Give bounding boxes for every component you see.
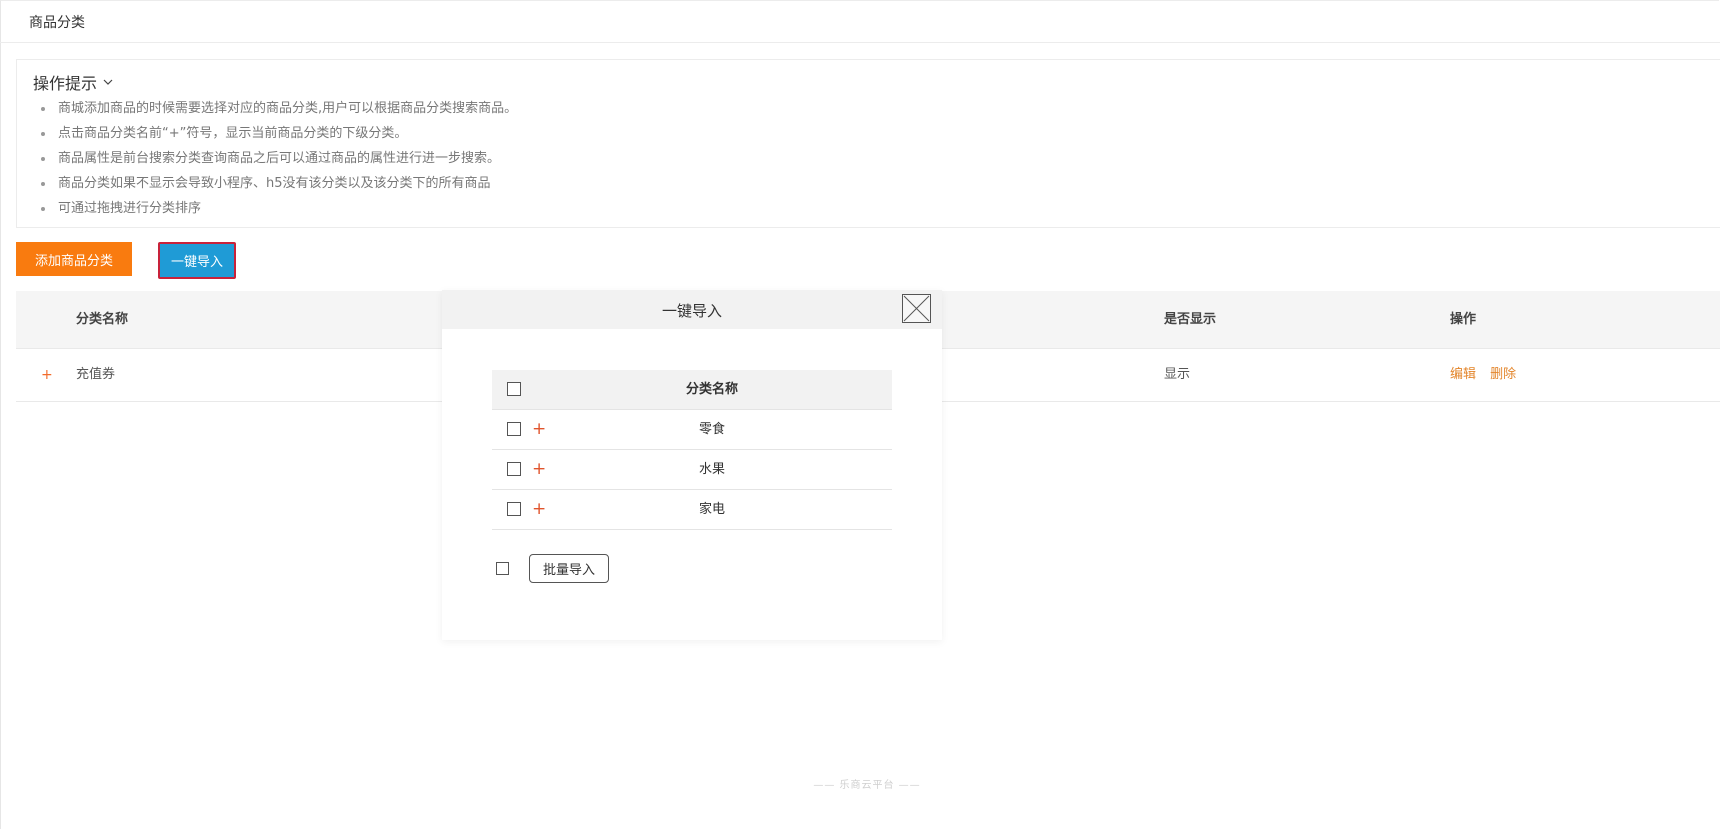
batch-import-bar: 批量导入 <box>496 554 609 583</box>
tips-list: 商城添加商品的时候需要选择对应的商品分类,用户可以根据商品分类搜索商品。 点击商… <box>41 96 517 221</box>
tips-title: 操作提示 <box>33 74 98 93</box>
row-actions: 编辑 删除 <box>1450 349 1526 401</box>
modal-header: 一键导入 <box>442 290 942 329</box>
import-category-name: 家电 <box>698 502 725 517</box>
batch-select-checkbox[interactable] <box>496 562 509 575</box>
category-name: 充值券 <box>76 367 116 382</box>
batch-import-button[interactable]: 批量导入 <box>529 554 609 583</box>
page-title: 商品分类 <box>29 15 85 31</box>
expand-plus-icon[interactable]: + <box>532 499 546 519</box>
table-row: + 家电 <box>492 490 892 530</box>
tip-item: 可通过拖拽进行分类排序 <box>41 196 517 221</box>
row-checkbox[interactable] <box>507 462 521 476</box>
import-column-header-name: 分类名称 <box>685 382 738 397</box>
import-category-table: 分类名称 + 零食 + 水果 + 家电 <box>492 370 892 530</box>
one-click-import-button[interactable]: 一键导入 <box>158 242 236 279</box>
modal-title: 一键导入 <box>661 302 722 320</box>
expand-plus-icon[interactable]: + <box>532 459 546 479</box>
delete-link[interactable]: 删除 <box>1490 367 1516 382</box>
expand-plus-icon[interactable]: + <box>41 349 53 401</box>
column-header-show: 是否显示 <box>1164 312 1217 327</box>
tip-item: 商品分类如果不显示会导致小程序、h5没有该分类以及该分类下的所有商品 <box>41 171 517 196</box>
edit-link[interactable]: 编辑 <box>1450 367 1476 382</box>
select-all-checkbox[interactable] <box>507 382 521 396</box>
modal-close-button[interactable] <box>902 294 931 323</box>
tips-panel: 操作提示 商城添加商品的时候需要选择对应的商品分类,用户可以根据商品分类搜索商品… <box>16 59 1720 228</box>
tip-item: 点击商品分类名前“+”符号，显示当前商品分类的下级分类。 <box>41 121 517 146</box>
close-icon <box>903 295 930 322</box>
tip-item: 商品属性是前台搜索分类查询商品之后可以通过商品的属性进行进一步搜索。 <box>41 146 517 171</box>
import-category-name: 水果 <box>698 462 725 477</box>
table-row: + 零食 <box>492 410 892 450</box>
table-row: + 水果 <box>492 450 892 490</box>
import-modal: 一键导入 分类名称 + 零食 + 水果 + 家电 批量导入 <box>442 290 942 640</box>
add-category-button[interactable]: 添加商品分类 <box>16 242 132 276</box>
row-checkbox[interactable] <box>507 422 521 436</box>
chevron-down-icon <box>103 79 113 85</box>
row-checkbox[interactable] <box>507 502 521 516</box>
tip-item: 商城添加商品的时候需要选择对应的商品分类,用户可以根据商品分类搜索商品。 <box>41 96 517 121</box>
footer-brand: —— 乐商云平台 —— <box>813 780 921 791</box>
column-header-ops: 操作 <box>1450 312 1477 327</box>
import-category-name: 零食 <box>698 422 725 437</box>
import-table-header: 分类名称 <box>492 370 892 410</box>
page-header: 商品分类 <box>0 0 1720 43</box>
tips-toggle[interactable]: 操作提示 <box>33 70 113 94</box>
category-show-status: 显示 <box>1164 367 1191 382</box>
expand-plus-icon[interactable]: + <box>532 419 546 439</box>
column-header-name: 分类名称 <box>76 312 129 327</box>
